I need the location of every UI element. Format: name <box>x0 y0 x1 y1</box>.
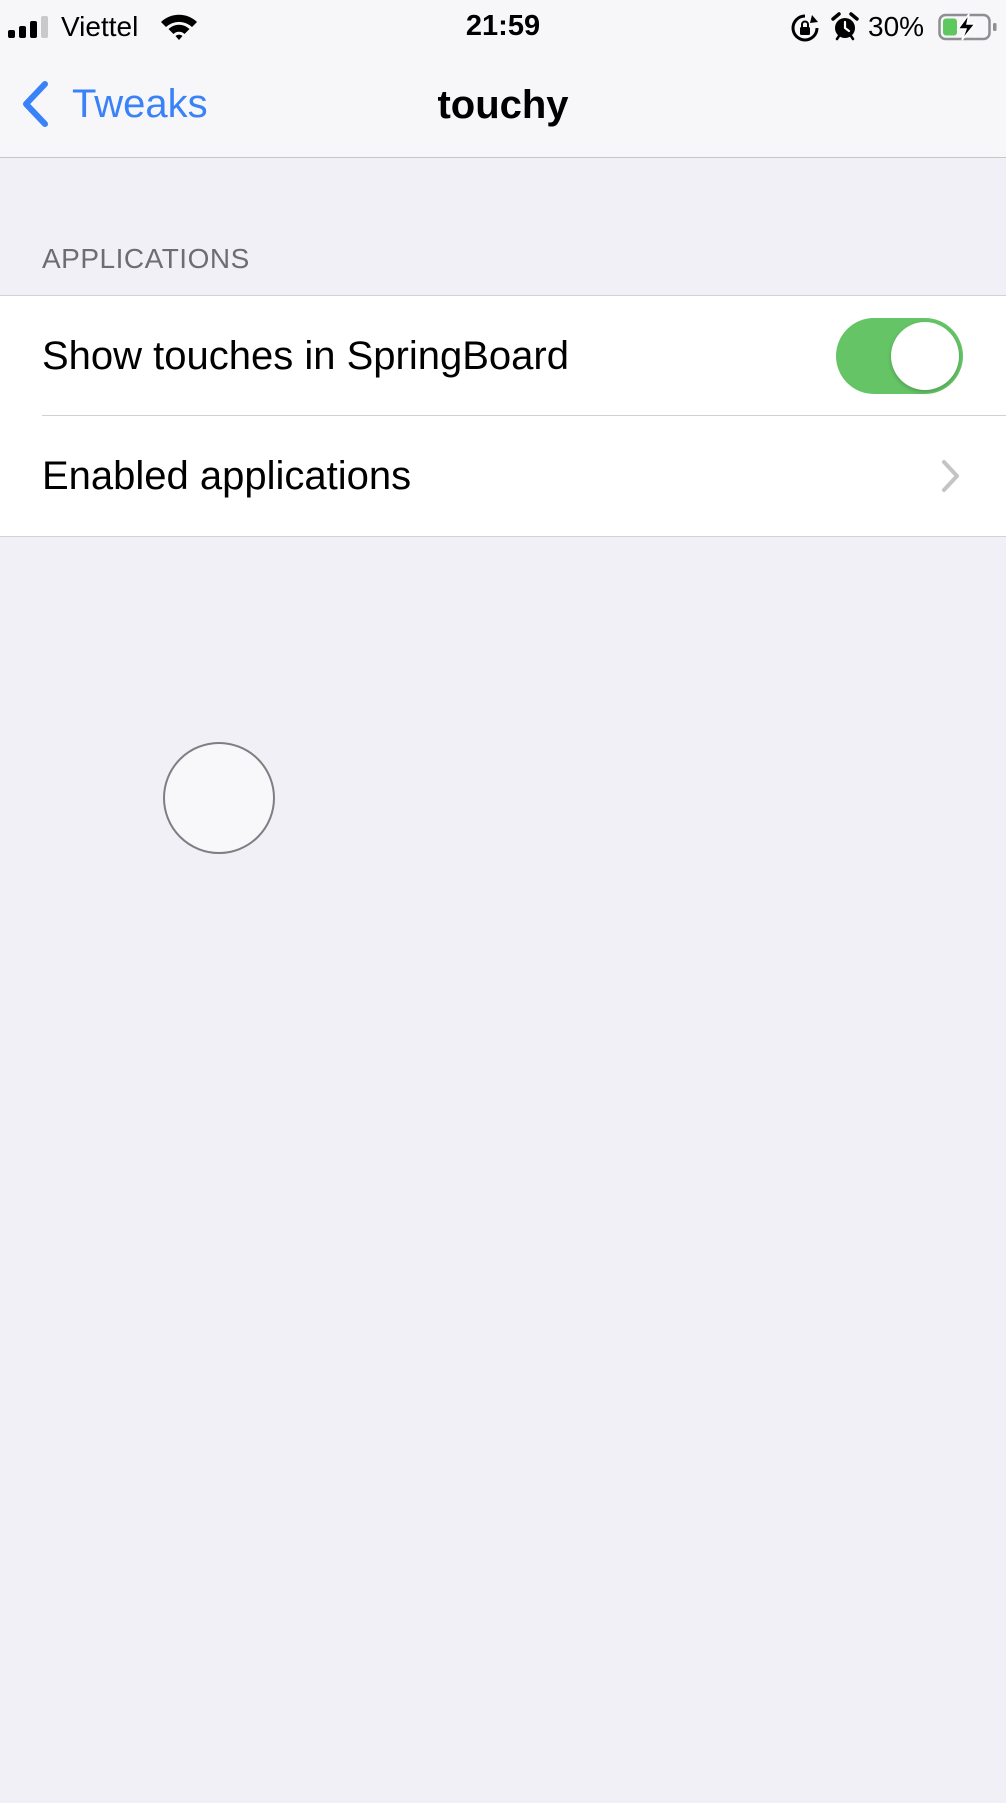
row-show-touches[interactable]: Show touches in SpringBoard <box>0 296 1006 416</box>
touch-indicator <box>163 742 275 854</box>
chevron-right-icon <box>942 460 959 492</box>
status-bar: Viettel 21:59 30% <box>0 0 1006 56</box>
section-header-applications: APPLICATIONS <box>42 243 250 274</box>
orientation-lock-icon <box>791 14 819 42</box>
show-touches-toggle[interactable] <box>836 318 963 394</box>
battery-percent: 30% <box>868 11 925 42</box>
row-enabled-applications[interactable]: Enabled applications <box>0 416 1006 535</box>
settings-group: Show touches in SpringBoard Enabled appl… <box>0 295 1006 537</box>
toggle-knob <box>891 322 959 390</box>
alarm-icon <box>831 12 859 41</box>
navigation-bar: Tweaks touchy <box>0 56 1006 158</box>
row-show-touches-label: Show touches in SpringBoard <box>42 334 569 378</box>
page-title: touchy <box>437 83 569 127</box>
battery-icon <box>938 13 997 41</box>
row-enabled-applications-label: Enabled applications <box>42 454 412 498</box>
